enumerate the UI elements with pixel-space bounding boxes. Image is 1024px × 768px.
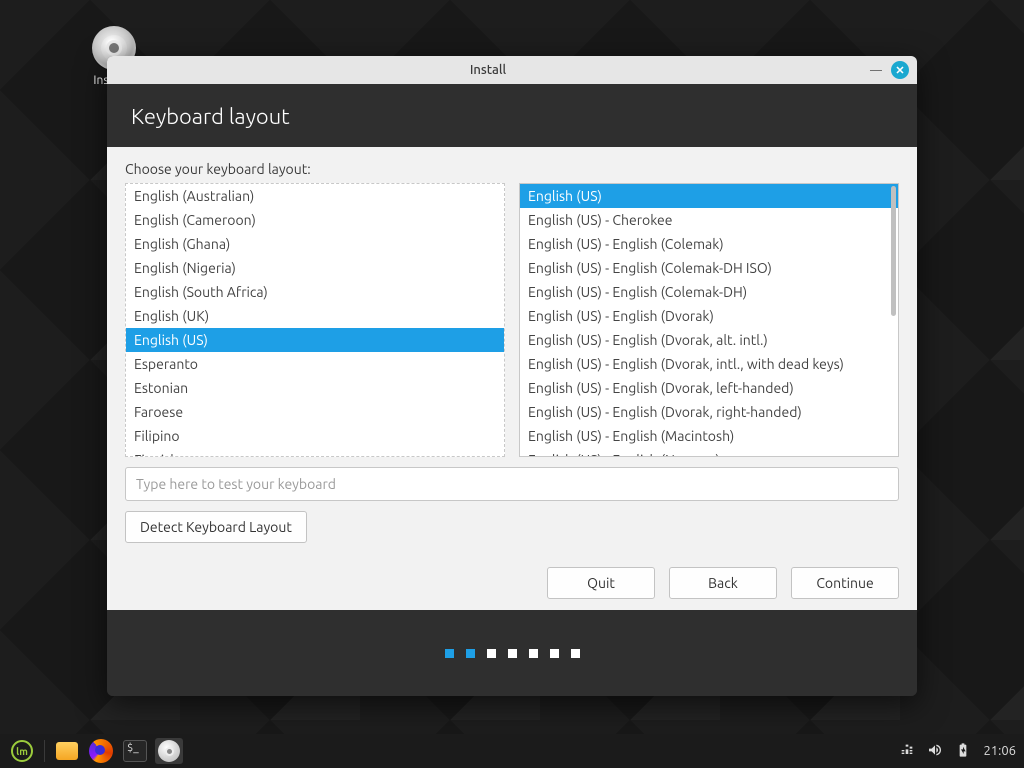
progress-dot	[508, 649, 517, 658]
layout-variant-item[interactable]: English (US) - English (Dvorak)	[520, 304, 898, 328]
progress-dot	[550, 649, 559, 658]
network-icon[interactable]	[899, 742, 915, 761]
installer-window: Install — ✕ Keyboard layout Choose your …	[107, 56, 917, 696]
wizard-progress	[107, 610, 917, 696]
layout-language-list[interactable]: English (Australian)English (Cameroon)En…	[125, 183, 505, 457]
folder-icon	[56, 742, 78, 760]
window-titlebar[interactable]: Install — ✕	[107, 56, 917, 84]
layout-language-item[interactable]: English (Nigeria)	[126, 256, 504, 280]
progress-dot	[529, 649, 538, 658]
terminal-icon: $_	[123, 740, 147, 762]
layout-variant-item[interactable]: English (US) - English (Dvorak, alt. int…	[520, 328, 898, 352]
layout-variant-item[interactable]: English (US) - Cherokee	[520, 208, 898, 232]
layout-language-item[interactable]: Estonian	[126, 376, 504, 400]
disc-icon	[158, 740, 180, 762]
back-button[interactable]: Back	[669, 567, 777, 599]
keyboard-test-input[interactable]	[125, 467, 899, 501]
layout-language-item[interactable]: English (UK)	[126, 304, 504, 328]
layout-language-item[interactable]: English (Cameroon)	[126, 208, 504, 232]
layout-language-item[interactable]: Finnish	[126, 448, 504, 456]
progress-dot	[445, 649, 454, 658]
wizard-nav: Quit Back Continue	[125, 567, 899, 599]
layout-language-item[interactable]: English (Ghana)	[126, 232, 504, 256]
minimize-button[interactable]: —	[867, 61, 885, 79]
layout-variant-item[interactable]: English (US) - English (Macintosh)	[520, 424, 898, 448]
layout-variant-item[interactable]: English (US) - English (Colemak-DH ISO)	[520, 256, 898, 280]
detect-keyboard-button[interactable]: Detect Keyboard Layout	[125, 511, 307, 543]
progress-dot	[487, 649, 496, 658]
window-title: Install	[115, 63, 861, 77]
files-app[interactable]	[53, 738, 81, 764]
battery-icon[interactable]	[955, 742, 971, 761]
clock[interactable]: 21:06	[983, 744, 1016, 758]
layout-language-item[interactable]: English (US)	[126, 328, 504, 352]
page-title: Keyboard layout	[107, 84, 917, 147]
layout-language-item[interactable]: Esperanto	[126, 352, 504, 376]
layout-variant-item[interactable]: English (US) - English (Norman)	[520, 448, 898, 456]
layout-language-item[interactable]: English (Australian)	[126, 184, 504, 208]
firefox-icon	[89, 739, 113, 763]
keyboard-prompt: Choose your keyboard layout:	[125, 161, 899, 177]
layout-variant-item[interactable]: English (US) - English (Colemak)	[520, 232, 898, 256]
progress-dot	[571, 649, 580, 658]
variant-list-scrollbar[interactable]	[891, 186, 896, 316]
layout-language-item[interactable]: Filipino	[126, 424, 504, 448]
layout-variant-item[interactable]: English (US) - English (Dvorak, intl., w…	[520, 352, 898, 376]
layout-variant-item[interactable]: English (US) - English (Colemak-DH)	[520, 280, 898, 304]
layout-variant-list[interactable]: English (US)English (US) - CherokeeEngli…	[519, 183, 899, 457]
close-button[interactable]: ✕	[891, 61, 909, 79]
taskbar: $_ 21:06	[0, 734, 1024, 768]
progress-dot	[466, 649, 475, 658]
layout-variant-item[interactable]: English (US)	[520, 184, 898, 208]
terminal-app[interactable]: $_	[121, 738, 149, 764]
layout-variant-item[interactable]: English (US) - English (Dvorak, right-ha…	[520, 400, 898, 424]
firefox-app[interactable]	[87, 738, 115, 764]
installer-task[interactable]	[155, 738, 183, 764]
volume-icon[interactable]	[927, 742, 943, 761]
taskbar-separator	[44, 740, 45, 762]
quit-button[interactable]: Quit	[547, 567, 655, 599]
layout-variant-item[interactable]: English (US) - English (Dvorak, left-han…	[520, 376, 898, 400]
keyboard-lists: English (Australian)English (Cameroon)En…	[125, 183, 899, 457]
start-menu-button[interactable]	[8, 738, 36, 764]
system-tray: 21:06	[899, 742, 1016, 761]
mint-logo-icon	[11, 740, 33, 762]
installer-body: Choose your keyboard layout: English (Au…	[107, 147, 917, 610]
layout-language-item[interactable]: English (South Africa)	[126, 280, 504, 304]
layout-language-item[interactable]: Faroese	[126, 400, 504, 424]
continue-button[interactable]: Continue	[791, 567, 899, 599]
